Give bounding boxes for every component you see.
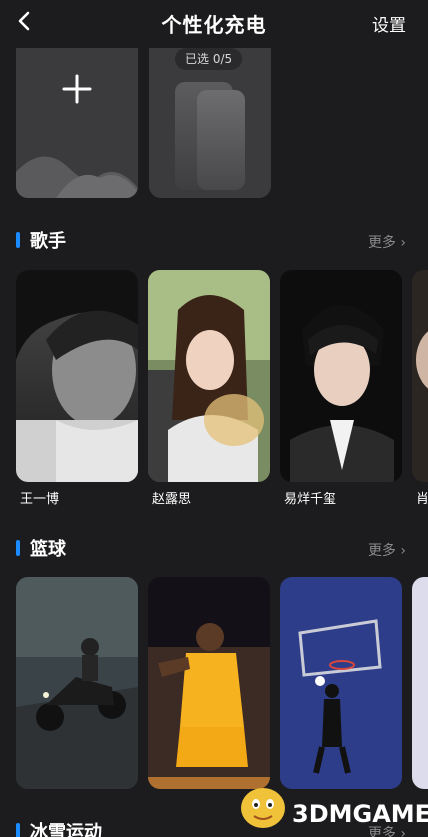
section-accent-bar (16, 540, 20, 556)
wallpaper-card[interactable] (148, 577, 270, 795)
wallpaper-thumbnail (148, 270, 270, 482)
wallpaper-card[interactable] (280, 577, 402, 795)
selected-count-badge: 已选 0/5 (175, 48, 243, 70)
settings-button[interactable]: 设置 (372, 11, 406, 36)
section-title: 篮球 (30, 539, 66, 560)
selected-wallpapers-card[interactable]: 已选 0/5 (149, 48, 271, 198)
wallpaper-thumbnail (16, 270, 138, 482)
more-button[interactable]: 更多 › (368, 540, 406, 560)
more-button[interactable]: 更多 › (368, 232, 406, 252)
wallpaper-name: 易烊千玺 (284, 492, 337, 507)
wallpaper-card[interactable] (16, 577, 138, 795)
wallpaper-name: 肖 (416, 492, 428, 507)
phone-preview-front (197, 90, 245, 190)
section-accent-bar (16, 823, 20, 837)
wallpaper-name: 赵露思 (152, 492, 192, 507)
wallpaper-thumbnail (412, 270, 428, 482)
watermark-text: 3DMGAME (292, 800, 428, 828)
section-title: 歌手 (30, 231, 66, 252)
wallpaper-card[interactable]: 肖 (412, 270, 428, 507)
personalized-charging-page: 个性化充电 设置 已选 0/5 歌手 更多 › 王一博 赵露思 易烊千玺 肖 篮… (0, 0, 428, 837)
header-bar: 个性化充电 设置 (0, 0, 428, 44)
wallpaper-thumbnail (280, 270, 402, 482)
wallpaper-card[interactable]: 易烊千玺 (280, 270, 402, 507)
page-title: 个性化充电 (161, 13, 267, 37)
wallpaper-thumbnail (148, 577, 270, 789)
section-header-singers: 歌手 更多 › (0, 227, 428, 253)
wallpaper-thumbnail (16, 577, 138, 789)
image-placeholder-icon (16, 156, 138, 198)
wallpaper-thumbnail (280, 577, 402, 789)
add-wallpaper-button[interactable] (16, 48, 138, 198)
watermark-logo-icon (241, 788, 285, 828)
wallpaper-card[interactable]: 赵露思 (148, 270, 270, 507)
wallpaper-name: 王一博 (20, 492, 60, 507)
section-title: 冰雪运动 (30, 822, 102, 837)
plus-icon (62, 74, 92, 104)
wallpaper-card[interactable]: 王一博 (16, 270, 138, 507)
section-header-basketball: 篮球 更多 › (0, 535, 428, 561)
wallpaper-card[interactable] (412, 577, 428, 795)
wallpaper-thumbnail (412, 577, 428, 789)
section-accent-bar (16, 232, 20, 248)
